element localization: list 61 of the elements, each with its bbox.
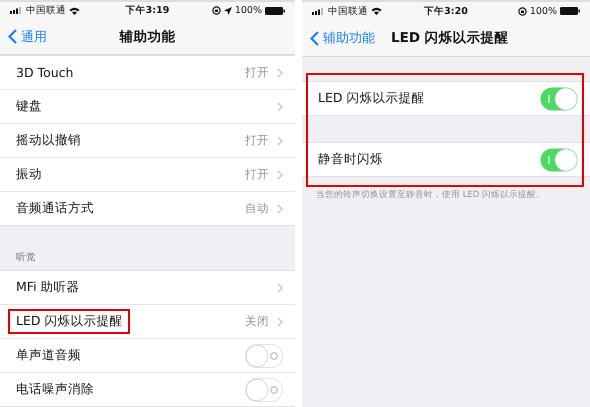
toggle-switch[interactable] [245,344,283,368]
footer-note: 当您的铃声切换设置至静音时，使用 LED 闪烁以示提醒。 [315,189,546,201]
row-label: 单声道音频 [16,347,82,364]
chevron-right-icon [277,68,283,78]
section-header: 听觉 [16,251,36,264]
signal-icon [10,7,23,14]
battery-icon [560,7,580,15]
settings-row[interactable]: 摇动以撤销 打开 [0,124,295,158]
row-label: 摇动以撤销 [16,132,82,149]
chevron-right-icon [277,282,283,292]
row-label: 键盘 [16,98,43,115]
wifi-icon [371,7,382,15]
row-label: 3D Touch [16,65,74,80]
settings-row[interactable]: 电话噪声消除 [0,373,295,406]
toggle-switch[interactable] [540,148,578,172]
row-label: 电话噪声消除 [16,381,95,398]
toggle-switch[interactable] [245,378,283,402]
row-label: 静音时闪烁 [318,151,384,168]
row-label: 音频通话方式 [16,200,95,217]
settings-row[interactable]: LED 闪烁以示提醒 [302,82,590,115]
row-value: 打开 [245,167,269,182]
rotation-lock-icon [518,6,527,16]
row-label: 振动 [16,166,43,183]
chevron-right-icon [277,102,283,112]
status-time: 下午3:19 [126,4,170,18]
chevron-right-icon [277,136,283,146]
settings-row[interactable]: 键盘 [0,90,295,124]
chevron-right-icon [277,204,283,214]
battery-percent: 100% [234,5,262,16]
status-time: 下午3:20 [424,4,468,18]
settings-row[interactable]: MFi 助听器 [0,271,295,305]
chevron-right-icon [277,170,283,180]
row-label: MFi 助听器 [16,279,81,296]
row-label: LED 闪烁以示提醒 [8,309,130,334]
settings-row[interactable]: 单声道音频 [0,339,295,373]
battery-percent: 100% [530,6,557,16]
carrier-name: 中国联通 [26,4,66,18]
rotation-lock-icon [212,6,221,16]
back-button[interactable]: 通用 [0,28,55,46]
settings-row[interactable]: 振动 打开 [0,158,295,192]
settings-row[interactable]: LED 闪烁以示提醒 关闭 [0,305,295,339]
row-value: 自动 [245,201,269,216]
back-button[interactable]: 辅助功能 [302,29,383,47]
toggle-switch[interactable] [540,86,578,110]
row-value: 打开 [245,133,269,148]
row-value: 打开 [245,65,269,80]
location-arrow-icon [224,6,232,15]
wifi-icon [69,6,80,15]
row-label: LED 闪烁以示提醒 [318,90,426,107]
row-value: 关闭 [245,314,269,329]
settings-row[interactable]: 静音时闪烁 [302,143,590,176]
nav-title: LED 闪烁以示提醒 [391,29,509,47]
chevron-left-icon [8,29,17,44]
nav-title: 辅助功能 [120,28,176,46]
carrier-name: 中国联通 [328,4,368,18]
settings-row[interactable]: 3D Touch 打开 [0,56,295,90]
chevron-left-icon [310,30,319,46]
chevron-right-icon [277,316,283,326]
signal-icon [312,8,325,14]
battery-icon [265,6,285,15]
settings-row[interactable]: 音频通话方式 自动 [0,192,295,225]
